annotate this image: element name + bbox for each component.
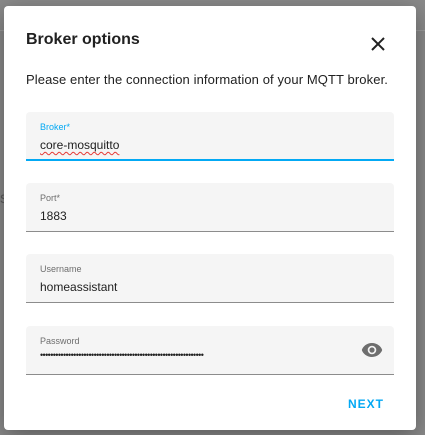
port-input[interactable]: 1883	[40, 209, 67, 223]
close-icon	[371, 37, 385, 51]
broker-input[interactable]: core-mosquitto	[40, 138, 119, 152]
dialog-description: Please enter the connection information …	[26, 72, 388, 87]
next-button[interactable]: NEXT	[348, 397, 384, 411]
dialog-title: Broker options	[26, 31, 140, 48]
username-field[interactable]: Username homeassistant	[26, 254, 394, 303]
eye-icon	[361, 343, 383, 357]
close-button[interactable]	[364, 30, 392, 58]
broker-field[interactable]: Broker* core-mosquitto	[26, 112, 394, 161]
password-field[interactable]: Password •••••••••••••••••••••••••••••••…	[26, 326, 394, 375]
port-field[interactable]: Port* 1883	[26, 183, 394, 232]
password-label: Password	[40, 336, 80, 346]
username-input[interactable]: homeassistant	[40, 280, 117, 294]
broker-options-dialog: Broker options Please enter the connecti…	[4, 6, 416, 430]
password-input[interactable]: ••••••••••••••••••••••••••••••••••••••••…	[40, 350, 320, 360]
toggle-password-visibility-button[interactable]	[360, 340, 384, 360]
broker-label: Broker*	[40, 122, 71, 132]
username-label: Username	[40, 264, 82, 274]
port-label: Port*	[40, 193, 61, 203]
